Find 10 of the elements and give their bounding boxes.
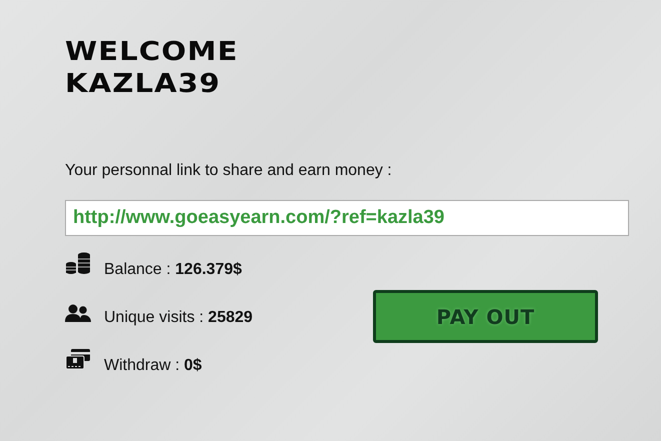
welcome-title: WELCOME KAZLA39: [65, 36, 240, 100]
referral-link-field[interactable]: http://www.goeasyearn.com/?ref=kazla39: [65, 200, 629, 236]
card-icon: [65, 348, 91, 370]
stat-text: Unique visits : 25829: [104, 308, 253, 328]
coins-icon: [65, 252, 91, 274]
stat-text: Withdraw : 0$: [104, 356, 202, 376]
pay-out-button[interactable]: PAY OUT: [373, 290, 598, 343]
stat-text: Balance : 126.379$: [104, 260, 242, 280]
users-icon: [65, 304, 91, 322]
link-label: Your personnal link to share and earn money :: [65, 161, 393, 181]
